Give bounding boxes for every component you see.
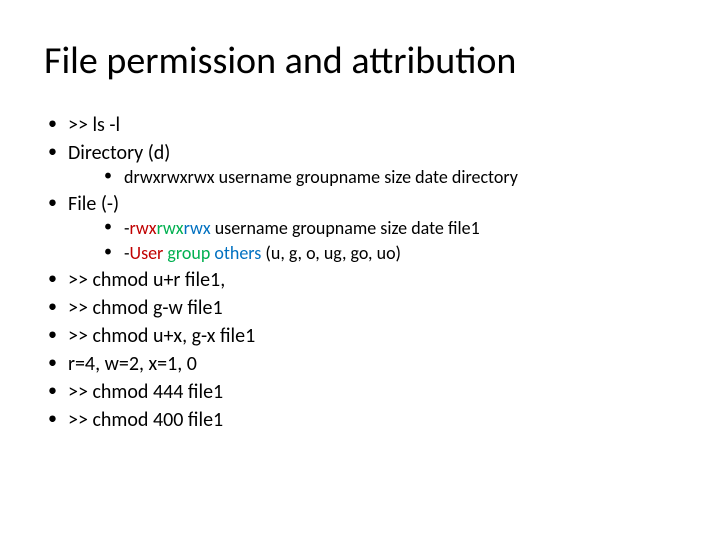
bullet-text: Directory (d)	[68, 141, 170, 165]
bullet-item: Directory (d) drwxrwxrwx username groupn…	[44, 140, 676, 189]
slide-title: File permission and attribution	[44, 38, 676, 84]
text-blue: others	[214, 242, 261, 264]
bullet-item: >> ls -l	[44, 112, 676, 138]
text-green: rwx	[157, 217, 184, 239]
bullet-item: >> chmod u+x, g-x file1	[44, 323, 676, 349]
text-red: rwx	[130, 217, 157, 239]
sub-bullet-item: drwxrwxrwx username groupname size date …	[102, 166, 676, 189]
text: username groupname size date file1	[211, 217, 480, 239]
bullet-text: File (-)	[68, 192, 119, 216]
sub-bullet-list: -rwxrwxrwx username groupname size date …	[68, 217, 676, 265]
text-red: User	[130, 242, 164, 264]
bullet-item: >> chmod g-w file1	[44, 295, 676, 321]
bullet-item: File (-) -rwxrwxrwx username groupname s…	[44, 191, 676, 265]
bullet-item: >> chmod 444 file1	[44, 379, 676, 405]
text-green: group	[167, 242, 210, 264]
text: (u, g, o, ug, go, uo)	[261, 242, 401, 264]
bullet-item: >> chmod u+r file1,	[44, 267, 676, 293]
sub-bullet-list: drwxrwxrwx username groupname size date …	[68, 166, 676, 189]
bullet-item: >> chmod 400 file1	[44, 407, 676, 433]
bullet-list: >> ls -l Directory (d) drwxrwxrwx userna…	[44, 112, 676, 433]
text-blue: rwx	[184, 217, 211, 239]
sub-bullet-item: -rwxrwxrwx username groupname size date …	[102, 217, 676, 240]
bullet-item: r=4, w=2, x=1, 0	[44, 351, 676, 377]
sub-bullet-item: -User group others (u, g, o, ug, go, uo)	[102, 242, 676, 265]
